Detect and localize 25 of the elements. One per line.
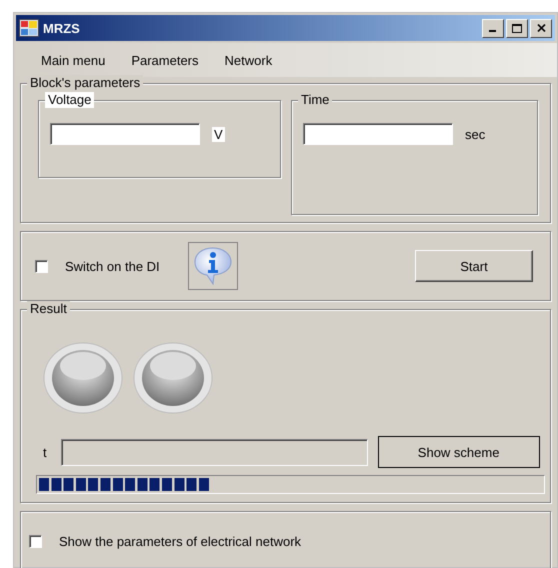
menu-item[interactable]: Main menu [28,50,118,70]
app-icon [19,19,39,37]
menu-item[interactable]: Parameters [118,50,212,70]
group-title: Block's parameters [27,75,144,91]
checkbox-label[interactable]: Show the parameters of electrical network [59,534,302,548]
window-title: MRZS [43,20,81,36]
start-button[interactable]: Start [415,250,533,282]
maximize-icon [512,24,522,32]
close-button[interactable] [530,18,552,38]
close-icon [536,24,546,32]
field-label: t [43,444,47,460]
info-button[interactable] [188,242,238,290]
group-title: Voltage [45,92,94,108]
time-field[interactable] [303,123,453,145]
menu-item[interactable]: Network [212,50,286,70]
info-bubble-icon [192,245,234,287]
unit-label: V [212,126,225,142]
checkbox[interactable] [35,260,48,272]
checkbox[interactable] [29,534,42,548]
checkbox-label[interactable]: Switch on the DI [65,258,160,274]
show-scheme-button[interactable]: Show scheme [378,436,540,468]
unit-label: sec [465,126,486,142]
voltage-field[interactable] [50,123,200,145]
maximize-button[interactable] [506,18,528,38]
minimize-button[interactable] [482,18,504,38]
